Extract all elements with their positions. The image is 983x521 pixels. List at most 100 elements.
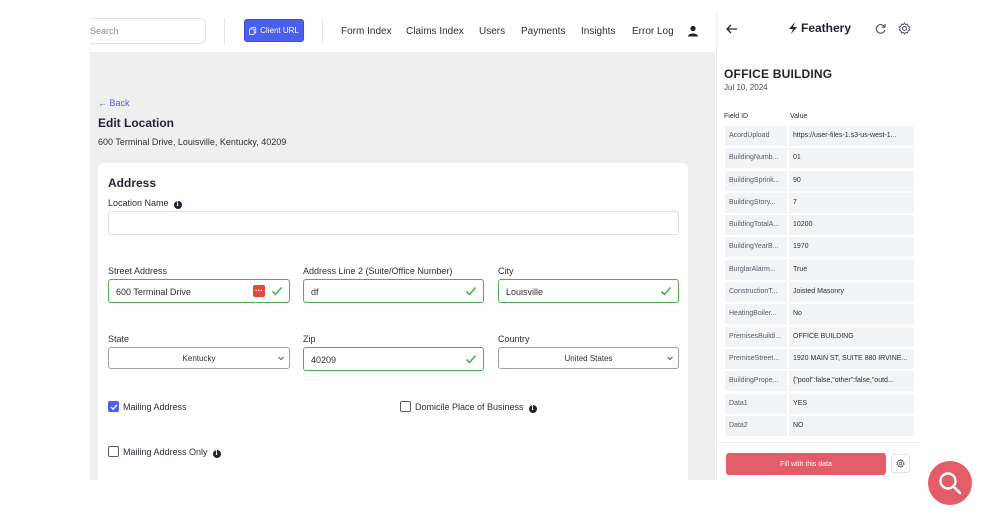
- app-screen: Search Client URL Form Index Claims Inde…: [0, 0, 983, 521]
- field-id-cell: BuildingYearB...: [725, 237, 787, 258]
- field-id-cell: Data1: [725, 393, 787, 414]
- value-cell: Joisted Masonry: [789, 282, 914, 303]
- value-cell: 1920 MAIN ST, SUITE 880 IRVINE...: [789, 348, 914, 369]
- user-icon[interactable]: [687, 25, 699, 37]
- section-title: Address: [108, 176, 157, 190]
- main-content: ← Back Edit Location 600 Terminal Drive,…: [90, 52, 715, 483]
- table-row[interactable]: BuildingStory... 7: [725, 192, 914, 213]
- footer-settings-button[interactable]: [891, 454, 910, 473]
- state-label: State: [108, 334, 130, 344]
- table-row[interactable]: BuildingTotalA... 10200: [725, 215, 914, 236]
- table-row[interactable]: PremisesBuildi... OFFICE BUILDING: [725, 326, 914, 347]
- table-row[interactable]: HeatingBoiler... No: [725, 304, 914, 325]
- table-row[interactable]: BuildingYearB... 1970: [725, 237, 914, 258]
- nav-error-log[interactable]: Error Log: [632, 26, 674, 37]
- table-row[interactable]: Data2 NO: [725, 415, 914, 436]
- nav-users[interactable]: Users: [479, 26, 505, 37]
- chevron-down-icon: [667, 356, 673, 361]
- copy-icon: [249, 26, 257, 35]
- brand-name: Feathery: [801, 21, 852, 35]
- street-address-label: Street Address: [108, 266, 168, 276]
- field-id-cell: BuildingPrope...: [725, 371, 787, 392]
- table-row[interactable]: BuildingPrope... {"pool":false,"other":fa…: [725, 371, 914, 392]
- field-id-cell: Data2: [725, 415, 787, 436]
- zip-label: Zip: [303, 334, 316, 344]
- city-value: Louisville: [506, 287, 544, 297]
- country-select[interactable]: United States: [498, 347, 679, 369]
- address-card: Address Location Name i Street Address 60…: [98, 163, 688, 483]
- table-row[interactable]: ConstructionT... Joisted Masonry: [725, 282, 914, 303]
- address-line2-field[interactable]: df: [303, 279, 484, 303]
- back-link[interactable]: ← Back: [98, 98, 130, 108]
- value-cell: YES: [789, 393, 914, 414]
- info-icon[interactable]: i: [173, 200, 182, 209]
- checkmark-icon: [110, 404, 118, 411]
- arrow-left-icon[interactable]: [725, 22, 739, 36]
- field-id-cell: BuildingTotalA...: [725, 215, 787, 236]
- mailing-address-checkbox[interactable]: [108, 401, 119, 412]
- value-header: Value: [790, 113, 808, 120]
- value-cell: 7: [789, 192, 914, 213]
- value-cell: 01: [789, 148, 914, 169]
- domicile-label[interactable]: Domicile Place of Business i: [415, 402, 537, 413]
- nav-payments[interactable]: Payments: [521, 26, 565, 37]
- value-cell: {"pool":false,"other":false,"outd...: [789, 371, 914, 392]
- client-url-button[interactable]: Client URL: [244, 19, 304, 42]
- search-input[interactable]: Search: [90, 18, 206, 44]
- check-icon: [660, 286, 672, 296]
- feather-logo-icon: [789, 22, 797, 34]
- field-id-cell: PremisesBuildi...: [725, 326, 787, 347]
- zip-field[interactable]: 40209: [303, 347, 484, 371]
- field-id-cell: BuildingSprink...: [725, 170, 787, 191]
- value-cell: https://user-files-1.s3-us-west-1...: [789, 126, 914, 146]
- table-row[interactable]: BuildingSprink... 90: [725, 170, 914, 191]
- field-id-cell: PremiseStreet...: [725, 348, 787, 369]
- address-line2-value: df: [311, 287, 319, 297]
- gear-icon[interactable]: [898, 22, 911, 35]
- country-value: United States: [564, 353, 613, 363]
- table-row[interactable]: Data1 YES: [725, 393, 914, 414]
- fill-with-data-button[interactable]: Fill with this data: [726, 453, 886, 475]
- field-table: AcordUpload https://user-files-1.s3-us-we…: [725, 126, 914, 438]
- mailing-only-label[interactable]: Mailing Address Only i: [123, 447, 221, 458]
- street-address-field[interactable]: 600 Terminal Drive ···: [108, 279, 290, 303]
- value-cell: NO: [789, 415, 914, 436]
- city-field[interactable]: Louisville: [498, 279, 679, 303]
- location-name-field[interactable]: [108, 211, 679, 235]
- table-row[interactable]: PremiseStreet... 1920 MAIN ST, SUITE 880 …: [725, 348, 914, 369]
- field-id-cell: BurglarAlarm...: [725, 259, 787, 280]
- help-search-button[interactable]: [928, 461, 972, 505]
- refresh-icon[interactable]: [874, 22, 887, 35]
- password-manager-icon[interactable]: ···: [253, 285, 265, 297]
- mailing-address-label[interactable]: Mailing Address: [123, 402, 187, 412]
- state-select[interactable]: Kentucky: [108, 347, 290, 369]
- panel-date: Jul 10, 2024: [724, 83, 768, 92]
- field-id-cell: HeatingBoiler...: [725, 304, 787, 325]
- info-icon[interactable]: i: [528, 404, 537, 413]
- info-icon[interactable]: i: [212, 449, 221, 458]
- field-id-header: Field ID: [724, 113, 749, 120]
- nav-claims-index[interactable]: Claims Index: [406, 26, 464, 37]
- value-cell: 90: [789, 170, 914, 191]
- value-cell: No: [789, 304, 914, 325]
- street-address-value: 600 Terminal Drive: [116, 287, 191, 297]
- value-cell: True: [789, 259, 914, 280]
- zip-value: 40209: [311, 355, 337, 365]
- address-line2-label: Address Line 2 (Suite/Office Number): [303, 266, 453, 276]
- table-row[interactable]: BuildingNumb... 01: [725, 148, 914, 169]
- state-value: Kentucky: [182, 353, 216, 363]
- value-cell: 1970: [789, 237, 914, 258]
- panel-footer: Fill with this data: [717, 442, 920, 480]
- table-row[interactable]: AcordUpload https://user-files-1.s3-us-we…: [725, 126, 914, 146]
- chevron-down-icon: [278, 356, 284, 361]
- nav-form-index[interactable]: Form Index: [341, 26, 392, 37]
- client-url-label: Client URL: [260, 26, 299, 35]
- mailing-only-checkbox[interactable]: [108, 446, 119, 457]
- domicile-checkbox[interactable]: [400, 401, 411, 412]
- search-icon: [939, 472, 962, 495]
- nav-divider: [322, 18, 323, 44]
- nav-insights[interactable]: Insights: [581, 26, 615, 37]
- field-id-cell: BuildingStory...: [725, 192, 787, 213]
- panel-title: OFFICE BUILDING: [724, 67, 833, 81]
- table-row[interactable]: BurglarAlarm... True: [725, 259, 914, 280]
